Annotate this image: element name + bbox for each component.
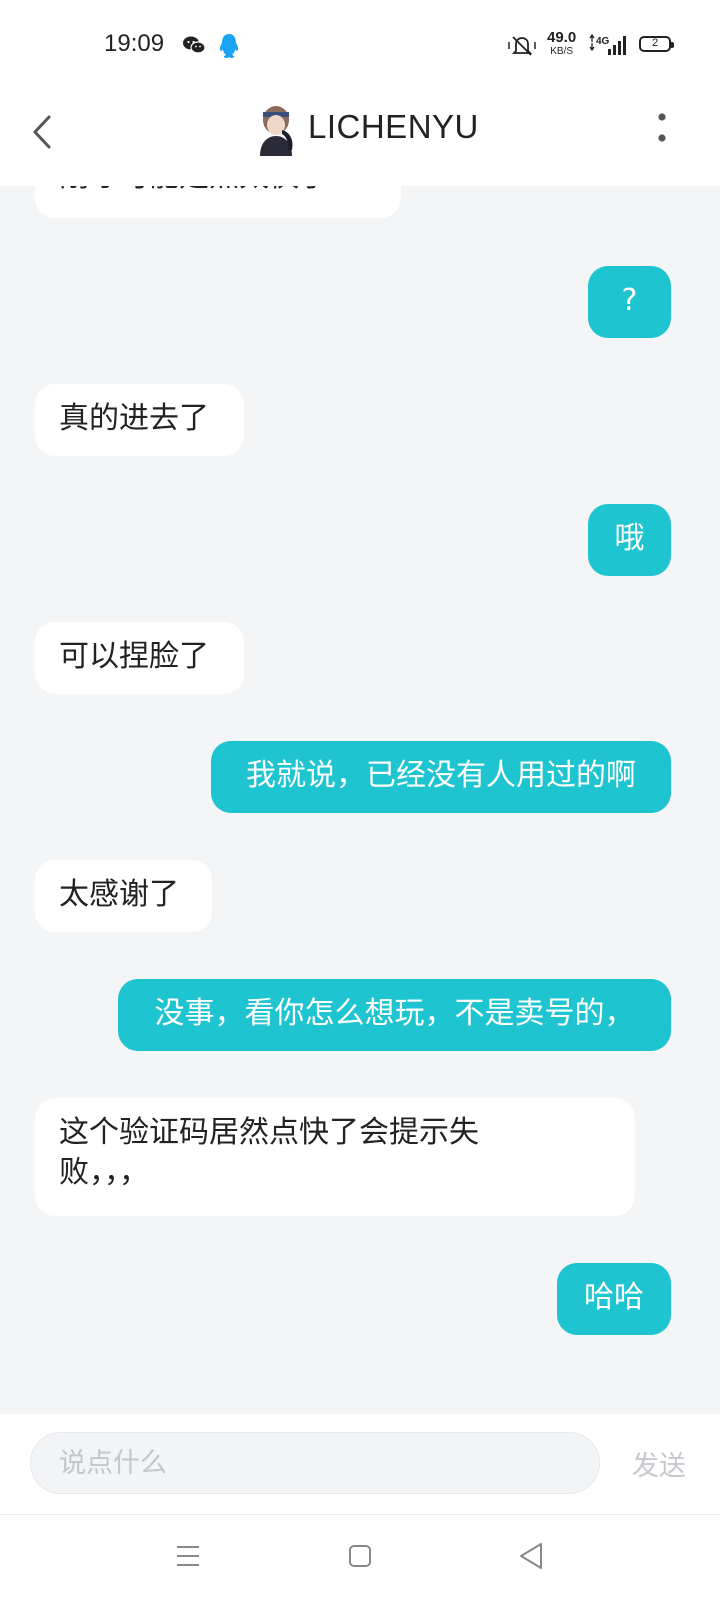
message-bubble-outgoing[interactable]: 哈哈 bbox=[557, 1263, 671, 1335]
message-bubble-outgoing[interactable]: 我就说，已经没有人用过的啊 bbox=[211, 741, 671, 813]
message-text: 哈哈 bbox=[584, 1280, 644, 1315]
system-nav-bar bbox=[0, 1515, 720, 1600]
message-bubble-outgoing[interactable]: 没事，看你怎么想玩，不是卖号的， bbox=[118, 979, 671, 1051]
message-bubble-incoming[interactable]: 这个验证码居然点快了会提示失败，，， bbox=[35, 1098, 635, 1216]
status-bar: 19:09 49.0 KB/S 4G 2 bbox=[0, 0, 720, 86]
battery-icon: 2 bbox=[639, 36, 674, 52]
chat-header: LICHENYU bbox=[0, 86, 720, 186]
message-text: 真的进去了 bbox=[59, 401, 209, 436]
message-bubble-outgoing[interactable]: ? bbox=[588, 266, 671, 338]
battery-level: 2 bbox=[651, 37, 659, 49]
network-speed: 49.0 KB/S bbox=[547, 30, 576, 57]
message-text: 哦 bbox=[614, 521, 645, 556]
signal-icon: 4G bbox=[589, 33, 626, 55]
mute-icon bbox=[508, 36, 536, 56]
message-text: 刚才可能是点太快了 bbox=[59, 186, 329, 194]
message-bubble-incoming[interactable]: 真的进去了 bbox=[35, 384, 244, 456]
message-list[interactable]: 刚才可能是点太快了 ? 真的进去了 哦 可以捏脸了 我就说，已经没有人用过的啊 … bbox=[0, 186, 720, 1414]
message-text: ? bbox=[621, 283, 638, 318]
message-text: 我就说，已经没有人用过的啊 bbox=[246, 758, 636, 793]
message-bubble-incoming[interactable]: 太感谢了 bbox=[35, 860, 212, 932]
battery-tip bbox=[671, 42, 674, 48]
message-bubble-incoming[interactable]: 刚才可能是点太快了 bbox=[35, 186, 401, 218]
more-icon[interactable] bbox=[657, 112, 667, 148]
back-nav-icon[interactable] bbox=[518, 1541, 544, 1571]
chat-title: LICHENYU bbox=[308, 108, 479, 145]
message-bubble-incoming[interactable]: 可以捏脸了 bbox=[35, 622, 244, 694]
qq-icon bbox=[219, 34, 239, 58]
status-time: 19:09 bbox=[104, 30, 165, 57]
message-input[interactable] bbox=[30, 1432, 600, 1494]
avatar[interactable] bbox=[254, 100, 298, 156]
message-text: 太感谢了 bbox=[59, 877, 179, 912]
message-bubble-outgoing[interactable]: 哦 bbox=[588, 504, 671, 576]
back-icon[interactable] bbox=[30, 112, 54, 152]
home-icon[interactable] bbox=[348, 1544, 372, 1568]
network-speed-unit: KB/S bbox=[550, 46, 573, 57]
network-speed-value: 49.0 bbox=[547, 29, 577, 46]
network-type: 4G bbox=[596, 36, 610, 47]
input-bar: 发送 bbox=[0, 1414, 720, 1514]
menu-icon[interactable] bbox=[176, 1544, 200, 1568]
message-text: 可以捏脸了 bbox=[59, 639, 209, 674]
send-button[interactable]: 发送 bbox=[632, 1444, 686, 1483]
message-text: 这个验证码居然点快了会提示失败，，， bbox=[59, 1115, 479, 1190]
message-text: 没事，看你怎么想玩，不是卖号的， bbox=[154, 996, 635, 1031]
wechat-icon bbox=[183, 36, 206, 54]
